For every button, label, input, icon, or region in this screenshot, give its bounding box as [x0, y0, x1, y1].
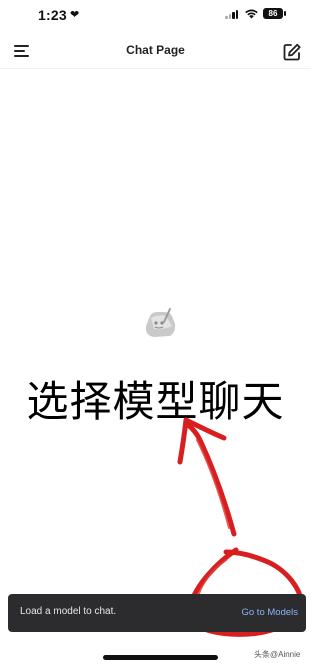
- app-header: Chat Page: [0, 36, 311, 69]
- edit-icon[interactable]: [282, 42, 302, 62]
- page-title: Chat Page: [126, 43, 185, 57]
- heart-icon: ❤: [70, 9, 80, 21]
- watermark: 头条@Ainnie: [254, 650, 301, 659]
- model-logo-icon: [146, 308, 176, 337]
- wifi-icon: [245, 9, 258, 19]
- select-model-prompt: 选择模型聊天: [26, 377, 285, 426]
- toast-message: Load a model to chat.: [20, 606, 117, 617]
- status-bar: 1:23 ❤ 86: [0, 0, 311, 30]
- battery-icon: 86: [263, 8, 283, 19]
- home-indicator[interactable]: [103, 655, 218, 660]
- toast: Load a model to chat. Go to Models: [8, 594, 306, 632]
- go-to-models-button[interactable]: Go to Models: [242, 607, 299, 618]
- signal-icon: [225, 10, 239, 19]
- battery-cap: [284, 11, 286, 16]
- status-time: 1:23: [38, 7, 67, 23]
